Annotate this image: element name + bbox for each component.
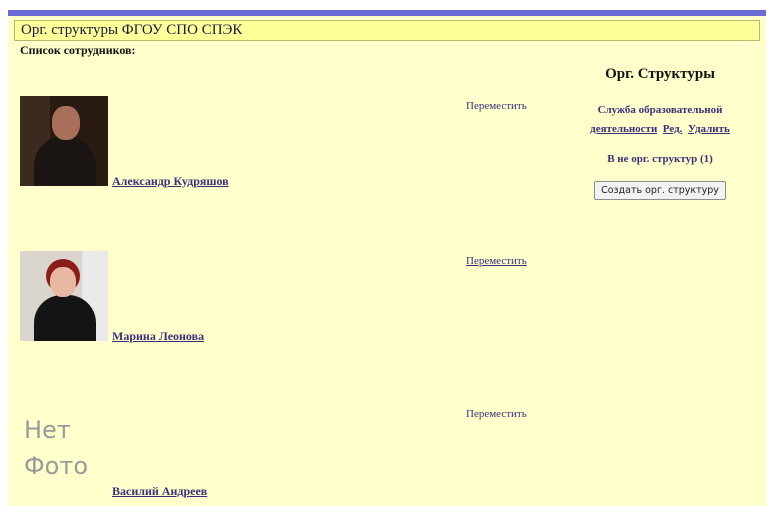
move-link[interactable]: Переместить [466, 408, 527, 420]
employee-name-link[interactable]: Марина Леонова [112, 329, 204, 344]
page-frame: Орг. структуры ФГОУ СПО СПЭК Список сотр… [8, 10, 766, 506]
org-structures-panel: Орг. Структуры Служба образовательной де… [578, 66, 742, 200]
top-stripe [8, 10, 766, 16]
page-title: Орг. структуры ФГОУ СПО СПЭК [14, 20, 760, 41]
move-link[interactable]: Переместить [466, 255, 527, 267]
no-structure-link[interactable]: В не орг. структур (1) [578, 153, 742, 165]
create-structure-button[interactable]: Создать орг. структуру [594, 181, 726, 200]
org-structures-title: Орг. Структуры [605, 66, 715, 82]
edit-link[interactable]: Ред. [663, 123, 683, 135]
move-link[interactable]: Переместить [466, 100, 527, 112]
structure-item: Служба образовательной деятельности Ред.… [578, 101, 742, 139]
structure-name-line2[interactable]: деятельности [590, 123, 657, 135]
employee-photo [20, 251, 108, 341]
structure-name-line1[interactable]: Служба образовательной [598, 104, 723, 116]
employee-name-link[interactable]: Василий Андреев [112, 484, 207, 499]
employee-name-link[interactable]: Александр Кудряшов [112, 174, 229, 189]
employee-photo [20, 96, 108, 186]
delete-link[interactable]: Удалить [688, 123, 730, 135]
employee-list-title: Список сотрудников: [20, 43, 136, 57]
no-photo-placeholder: Нет Фото [24, 416, 89, 480]
